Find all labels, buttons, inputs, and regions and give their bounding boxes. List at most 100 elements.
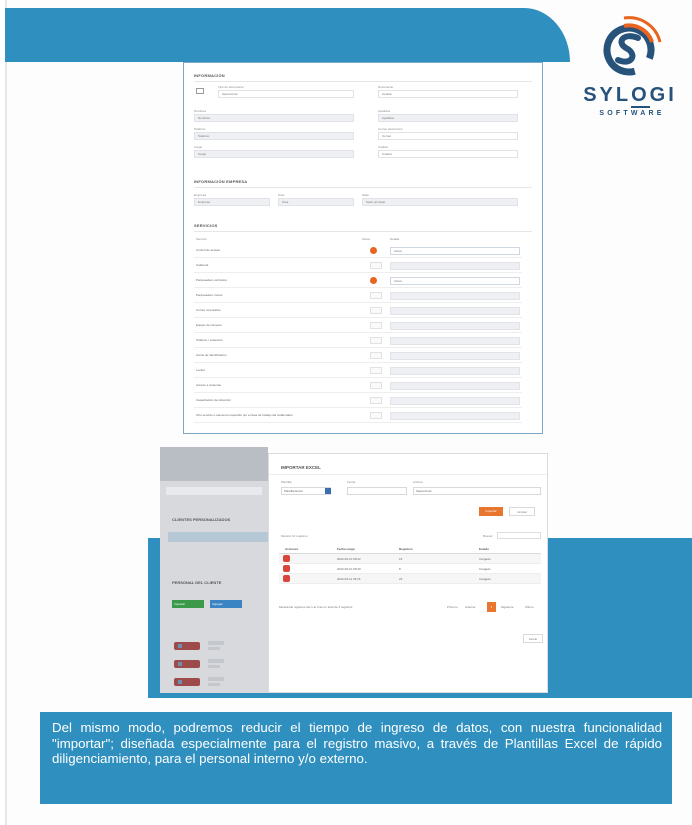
service-toggle[interactable] [370,382,382,389]
table-body: 2022-05-10 08:22 15 Cargado 2022-05-10 08:4… [279,554,541,584]
sede-field[interactable]: Sede Sede principal [362,193,518,209]
file-input[interactable]: Seleccionar [413,487,541,495]
tipo-doc-field[interactable]: Tipo de documento Seleccionar [218,85,354,101]
service-name: Acceso a sistemas [196,383,222,387]
service-detail-input[interactable]: Activo [390,277,520,285]
logo-subtitle: SOFTWARE [599,110,665,117]
row-actions[interactable] [174,660,200,668]
service-toggle[interactable] [370,412,382,419]
service-toggle[interactable] [370,367,382,374]
caption-text: Del mismo modo, podremos reducir el tiem… [52,720,662,766]
app-row [174,657,264,671]
col-count: Registros [399,547,413,551]
service-row: Correo corporativo [194,304,522,318]
template-select-icon[interactable] [325,488,331,494]
cell [208,647,220,650]
template-label: Plantilla [281,480,292,484]
table-footer: Mostrando registros del 1 al 3 de un tot… [279,602,541,614]
imports-table: Acciones Fecha carga Registros Estado 20… [279,544,541,584]
ciudad-field[interactable]: Ciudad Ciudad [378,145,518,161]
service-detail-input[interactable]: Activo [390,247,520,255]
documento-field[interactable]: Documento Cédula [378,85,518,101]
app-row [174,639,264,653]
divider [194,187,532,188]
pager-current[interactable]: 1 [487,602,496,612]
service-toggle[interactable] [370,262,382,269]
row-actions[interactable] [174,678,200,686]
cell [208,683,220,686]
service-detail-input[interactable] [390,352,520,360]
service-name: Carné de identificación [196,353,227,357]
pager-first[interactable]: Primero [447,602,458,612]
service-toggle[interactable] [370,352,382,359]
pager-prev[interactable]: Anterior [465,602,476,612]
empresa-field[interactable]: Empresa Empresa [194,193,270,209]
app-section-title-2: PERSONAL DEL CLIENTE [172,580,222,585]
import-excel-modal: IMPORTAR EXCEL Plantilla Plantilla Excel… [268,453,548,693]
service-toggle[interactable] [370,397,382,404]
cell-date: 2022-05-11 09:15 [337,577,361,581]
app-add-button[interactable]: Agregar [210,600,242,608]
service-row: Otro servicio o elemento requerido por e… [194,409,522,423]
service-toggle[interactable] [370,322,382,329]
service-detail-input[interactable] [390,307,520,315]
cell-status: Cargado [479,567,491,571]
cell-count: 15 [399,557,403,561]
service-detail-input[interactable] [390,337,520,345]
service-detail-input[interactable] [390,367,520,375]
service-toggle[interactable] [370,307,382,314]
section-title-general: INFORMACIÓN [194,73,225,78]
service-detail-input[interactable] [390,292,520,300]
service-detail-input[interactable] [390,397,520,405]
pager-next[interactable]: Siguiente [501,602,514,612]
app-row [174,675,264,689]
delete-icon[interactable] [283,555,290,562]
date-input[interactable] [347,487,407,495]
service-detail-input[interactable] [390,322,520,330]
nombres-field[interactable]: Nombres Nombres [194,109,354,125]
col-actions: Acciones [285,547,299,551]
area-field[interactable]: Área Área [278,193,354,209]
pager-last[interactable]: Último [525,602,534,612]
service-detail-input[interactable] [390,382,520,390]
row-actions[interactable] [174,642,200,650]
delete-icon[interactable] [283,575,290,582]
cell-status: Cargado [479,577,491,581]
employee-form-screenshot: INFORMACIÓN Tipo de documento Selecciona… [183,62,543,434]
service-detail-input[interactable] [390,412,520,420]
apellidos-field[interactable]: Apellidos Apellidos [378,109,518,125]
delete-icon[interactable] [283,565,290,572]
telefono-field[interactable]: Teléfono Teléfono [194,127,354,143]
cargo-field[interactable]: Cargo Cargo [194,145,354,161]
app-import-button[interactable]: Importar [172,600,204,608]
service-name: Locker [196,368,206,372]
cell [208,665,220,668]
photo-checkbox[interactable] [196,88,204,94]
logo-wordmark: SYLOGI [583,84,677,108]
service-name: Otro servicio o elemento requerido por e… [196,413,293,417]
clean-button[interactable]: Limpiar [509,507,535,516]
service-detail-input[interactable] [390,262,520,270]
search-input[interactable] [497,532,541,539]
service-row: Cafetería [194,259,522,273]
template-select[interactable]: Plantilla Excel [281,487,331,495]
divider [194,81,532,82]
import-button[interactable]: Importar [479,507,503,516]
service-toggle[interactable] [370,337,382,344]
close-button[interactable]: Cerrar [523,634,543,643]
service-row: Locker [194,364,522,378]
cell-count: 8 [399,567,401,571]
app-section-title: CLIENTES PERSONALIZADOS [172,517,231,522]
service-toggle[interactable] [370,277,382,284]
cell-count: 22 [399,577,403,581]
service-name: Control de acceso [196,248,221,252]
cell-date: 2022-05-10 08:40 [337,567,361,571]
service-toggle[interactable] [370,247,382,254]
footer-info: Mostrando registros del 1 al 3 de un tot… [279,605,353,609]
correo-field[interactable]: Correo electrónico Correo [378,127,518,143]
service-toggle[interactable] [370,292,382,299]
caption-box: Del mismo modo, podremos reducir el tiem… [40,712,672,804]
page-size-label[interactable]: Mostrar 10 registros [281,534,308,538]
service-name: Equipo de cómputo [196,323,222,327]
service-row: Parqueadero motos [194,289,522,303]
